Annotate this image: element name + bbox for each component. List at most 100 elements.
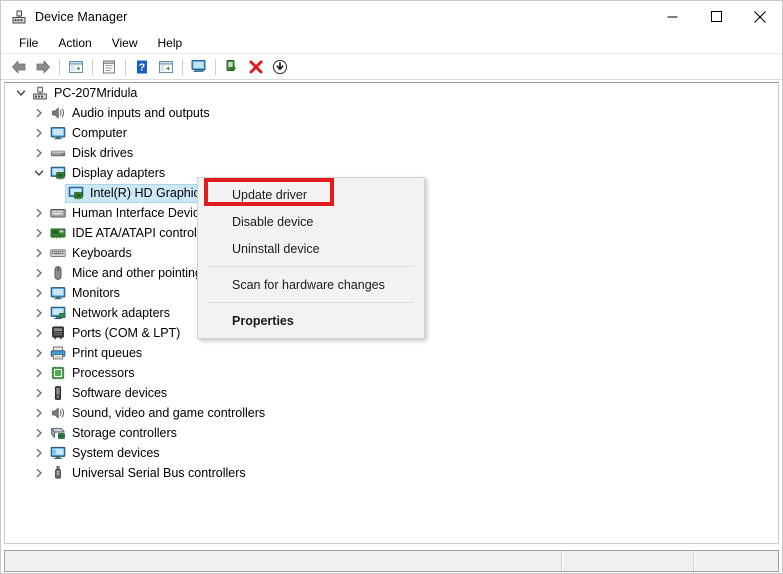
tree-item-label: Processors (72, 363, 135, 383)
selected-tree-item[interactable]: Intel(R) HD Graphics (65, 184, 211, 203)
tree-item-label: Keyboards (72, 243, 132, 263)
tree-item-content[interactable]: Sound, video and game controllers (47, 404, 270, 423)
toolbar-separator (182, 59, 183, 75)
chevron-right-icon[interactable] (31, 143, 47, 163)
mouse-icon (50, 265, 66, 281)
chevron-right-icon[interactable] (31, 123, 47, 143)
tree-item-content[interactable]: IDE ATA/ATAPI controllers (47, 224, 222, 243)
chevron-right-icon[interactable] (31, 223, 47, 243)
chevron-down-icon[interactable] (31, 163, 47, 183)
show-hide-console-tree-icon[interactable] (64, 56, 88, 78)
tree-item-label: PC-207Mridula (54, 83, 137, 103)
chevron-right-icon[interactable] (31, 403, 47, 423)
chevron-right-icon[interactable] (31, 443, 47, 463)
tree-item-content[interactable]: Disk drives (47, 144, 138, 163)
tree-item-content[interactable]: Computer (47, 124, 132, 143)
tree-item-content[interactable]: Processors (47, 364, 140, 383)
forward-icon[interactable] (31, 56, 55, 78)
tree-item-label: Computer (72, 123, 127, 143)
tree-item-label: Display adapters (72, 163, 165, 183)
menu-view[interactable]: View (102, 34, 148, 52)
keyboard-icon (50, 245, 66, 261)
tree-item-audio-inputs-and-outputs[interactable]: Audio inputs and outputs (5, 103, 778, 123)
tree-item-processors[interactable]: Processors (5, 363, 778, 383)
port-icon (50, 325, 66, 341)
tree-item-label: Human Interface Devices (72, 203, 212, 223)
help-icon[interactable]: ? (130, 56, 154, 78)
storage-controller-icon (50, 425, 66, 441)
tree-item-print-queues[interactable]: Print queues (5, 343, 778, 363)
tree-item-content[interactable]: PC-207Mridula (29, 84, 142, 103)
tree-item-content[interactable]: Print queues (47, 344, 147, 363)
tree-item-computer[interactable]: Computer (5, 123, 778, 143)
status-pane-3 (695, 551, 778, 571)
enable-device-icon[interactable] (220, 56, 244, 78)
scan-hardware-changes-icon[interactable] (187, 56, 211, 78)
software-device-icon (50, 385, 66, 401)
chevron-down-icon[interactable] (13, 83, 29, 103)
context-menu-item-scan-for-hardware-changes[interactable]: Scan for hardware changes (198, 271, 424, 298)
tree-item-content[interactable]: Ports (COM & LPT) (47, 324, 185, 343)
tree-item-sound-video-and-game-controllers[interactable]: Sound, video and game controllers (5, 403, 778, 423)
status-bar (4, 550, 779, 572)
chevron-right-icon[interactable] (31, 303, 47, 323)
back-icon[interactable] (7, 56, 31, 78)
window-title: Device Manager (35, 10, 127, 24)
tree-item-content[interactable]: Display adapters (47, 164, 170, 183)
minimize-button[interactable] (650, 1, 694, 32)
tree-item-content[interactable]: Keyboards (47, 244, 137, 263)
tree-item-content[interactable]: Monitors (47, 284, 125, 303)
menu-action[interactable]: Action (48, 34, 101, 52)
tree-item-content[interactable]: Storage controllers (47, 424, 182, 443)
context-menu-item-disable-device[interactable]: Disable device (198, 208, 424, 235)
chevron-right-icon[interactable] (31, 363, 47, 383)
chevron-right-icon[interactable] (31, 343, 47, 363)
chevron-right-icon[interactable] (31, 103, 47, 123)
tree-item-content[interactable]: Human Interface Devices (47, 204, 217, 223)
context-menu-separator (208, 302, 414, 303)
tree-item-content[interactable]: Universal Serial Bus controllers (47, 464, 251, 483)
chevron-right-icon[interactable] (31, 283, 47, 303)
chevron-right-icon[interactable] (31, 203, 47, 223)
menu-help[interactable]: Help (148, 34, 193, 52)
tree-item-software-devices[interactable]: Software devices (5, 383, 778, 403)
tree-item-content[interactable]: System devices (47, 444, 165, 463)
device-manager-window: Device Manager File Action (0, 0, 783, 574)
tree-item-storage-controllers[interactable]: Storage controllers (5, 423, 778, 443)
context-menu-item-properties[interactable]: Properties (198, 307, 424, 334)
tree-item-universal-serial-bus-controllers[interactable]: Universal Serial Bus controllers (5, 463, 778, 483)
chevron-right-icon[interactable] (31, 263, 47, 283)
download-icon[interactable] (268, 56, 292, 78)
context-menu-item-update-driver[interactable]: Update driver (198, 181, 424, 208)
tree-item-label: Storage controllers (72, 423, 177, 443)
svg-text:?: ? (139, 61, 145, 73)
tree-item-label: Universal Serial Bus controllers (72, 463, 246, 483)
chevron-right-icon[interactable] (31, 423, 47, 443)
printer-icon (50, 345, 66, 361)
speaker-icon (50, 105, 66, 121)
context-menu[interactable]: Update driver Disable device Uninstall d… (197, 177, 425, 339)
tree-item-system-devices[interactable]: System devices (5, 443, 778, 463)
display-adapter-icon (68, 185, 84, 201)
monitor-icon (50, 125, 66, 141)
uninstall-device-icon[interactable] (244, 56, 268, 78)
tree-item-content[interactable]: Audio inputs and outputs (47, 104, 215, 123)
chevron-right-icon[interactable] (31, 243, 47, 263)
chevron-right-icon[interactable] (31, 463, 47, 483)
tree-item-disk-drives[interactable]: Disk drives (5, 143, 778, 163)
tree-item-label: IDE ATA/ATAPI controllers (72, 223, 217, 243)
context-menu-item-uninstall-device[interactable]: Uninstall device (198, 235, 424, 262)
properties-icon[interactable] (97, 56, 121, 78)
tree-item-content[interactable]: Network adapters (47, 304, 175, 323)
maximize-button[interactable] (694, 1, 738, 32)
menu-file[interactable]: File (9, 34, 48, 52)
chevron-right-icon[interactable] (31, 383, 47, 403)
tree-item-content[interactable]: Software devices (47, 384, 172, 403)
toolbar: ? (1, 54, 782, 80)
close-button[interactable] (738, 1, 782, 32)
disk-drive-icon (50, 145, 66, 161)
chevron-right-icon[interactable] (31, 323, 47, 343)
update-driver-icon[interactable] (154, 56, 178, 78)
tree-item-label: Audio inputs and outputs (72, 103, 210, 123)
tree-item-pc-207mridula[interactable]: PC-207Mridula (5, 83, 778, 103)
